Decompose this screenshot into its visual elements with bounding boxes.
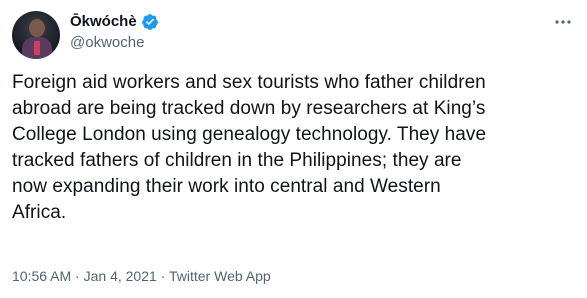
tweet-date[interactable]: Jan 4, 2021: [84, 268, 157, 284]
tweet-text-line: abroad are being tracked down by researc…: [12, 98, 486, 119]
tweet-meta: 10:56 AM · Jan 4, 2021 · Twitter Web App: [12, 266, 271, 286]
tweet-text-line: now expanding their work into central an…: [12, 176, 441, 197]
tweet-text-line: tracked fathers of children in the Phili…: [12, 150, 462, 171]
tweet-card: Ōkwóchè @okwoche Foreign aid workers and…: [0, 0, 587, 298]
user-name-row[interactable]: Ōkwóchè: [70, 12, 159, 32]
tweet-time[interactable]: 10:56 AM: [12, 268, 71, 284]
verified-badge-icon: [141, 13, 159, 31]
user-handle[interactable]: @okwoche: [70, 33, 144, 53]
meta-separator: ·: [156, 268, 169, 284]
tweet-text: Foreign aid workers and sex tourists who…: [12, 70, 582, 226]
tweet-text-line: Foreign aid workers and sex tourists who…: [12, 72, 486, 93]
display-name[interactable]: Ōkwóchè: [70, 12, 137, 32]
avatar[interactable]: [12, 11, 60, 59]
more-dots-icon[interactable]: [553, 12, 573, 32]
tweet-source[interactable]: Twitter Web App: [169, 268, 271, 284]
tweet-text-line: Africa.: [12, 202, 67, 223]
meta-separator: ·: [71, 268, 84, 284]
tweet-text-line: College London using genealogy technolog…: [12, 124, 487, 145]
